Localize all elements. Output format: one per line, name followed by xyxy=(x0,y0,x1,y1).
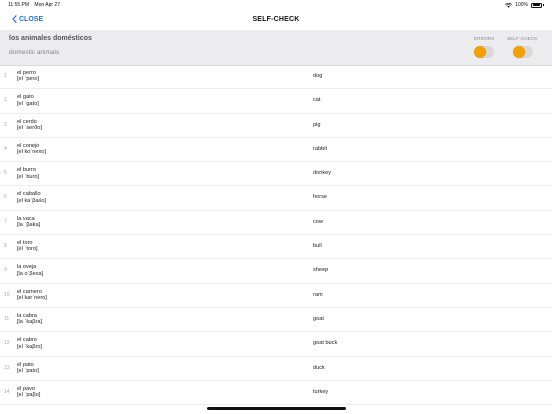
selfcheck-toggle-knob xyxy=(513,46,525,58)
row-word-block: el burro [el ˈburo] xyxy=(17,167,39,180)
list-item[interactable]: 11 la cabra [la ˈkaβra] goat xyxy=(0,308,552,333)
pronunciation: [el ˈpaβo] xyxy=(17,392,41,399)
row-word-block: el caballo [el kaˈβaʎo] xyxy=(17,191,46,204)
list-item[interactable]: 5 el burro [el ˈburo] donkey xyxy=(0,162,552,187)
pronunciation: [el koˈnexo] xyxy=(17,149,46,156)
translation: horse xyxy=(313,194,327,201)
row-number: 14 xyxy=(4,388,10,395)
row-word-block: el pato [el ˈpato] xyxy=(17,362,39,375)
row-word-block: el conejo [el koˈnexo] xyxy=(17,143,46,156)
pronunciation: [el ˈpero] xyxy=(17,76,40,83)
row-number: 3 xyxy=(4,121,7,128)
row-word-block: la oveja [la oˈβexa] xyxy=(17,264,43,277)
pronunciation: [el ˈgato] xyxy=(17,100,39,107)
row-word-block: el pavo [el ˈpaβo] xyxy=(17,386,40,399)
row-number: 13 xyxy=(4,364,10,371)
list-item[interactable]: 3 el cerdo [el ˈserðo] pig xyxy=(0,114,552,138)
translation: turkey xyxy=(313,388,329,395)
row-number: 2 xyxy=(4,97,7,104)
list-item[interactable]: 1 el perro [el ˈpero] dog xyxy=(0,65,552,90)
pronunciation: [la ˈβaka] xyxy=(17,222,41,229)
translation: ram xyxy=(313,291,323,298)
list-item[interactable]: 4 el conejo [el koˈnexo] rabbit xyxy=(0,138,552,163)
list-item[interactable]: 9 la oveja [la oˈβexa] sheep xyxy=(0,259,552,284)
row-number: 5 xyxy=(4,170,7,177)
translation: cat xyxy=(313,97,321,104)
pronunciation: [el ˈserðo] xyxy=(17,125,42,131)
row-number: 12 xyxy=(4,340,10,347)
row-number: 6 xyxy=(4,194,7,201)
selfcheck-toggle[interactable] xyxy=(513,46,533,58)
pronunciation: [el ˈkaβro] xyxy=(17,343,42,350)
lesson-header: los animales domésticos domestic animals… xyxy=(0,30,552,66)
battery-percent: 100% xyxy=(515,2,528,8)
selfcheck-label: SELF-CHECK xyxy=(507,36,538,41)
errors-label: ERRORS xyxy=(474,36,495,41)
row-word-block: el cabro [el ˈkaβro] xyxy=(17,337,42,350)
errors-toggle[interactable] xyxy=(474,46,494,58)
status-time: 11:55 PM xyxy=(8,2,30,8)
row-number: 4 xyxy=(4,145,7,152)
list-item[interactable]: 10 el carnero [el karˈnero] ram xyxy=(0,284,552,308)
status-right: 100% xyxy=(505,2,544,8)
translation: goat xyxy=(313,315,324,322)
translation: bull xyxy=(313,243,322,250)
translation: dog xyxy=(313,73,323,79)
pronunciation: [el ˈburo] xyxy=(17,173,40,180)
list-item[interactable]: 13 el pato [el ˈpato] duck xyxy=(0,357,552,381)
row-word-block: el toro [el ˈtoro] xyxy=(17,240,38,253)
lesson-subtitle: domestic animals xyxy=(9,49,60,56)
translation: rabbit xyxy=(313,145,327,152)
row-word-block: el cerdo [el ˈserðo] xyxy=(17,119,42,132)
page-title: SELF-CHECK xyxy=(252,16,300,23)
lesson-title: los animales domésticos xyxy=(9,35,92,42)
errors-toggle-knob xyxy=(474,46,486,58)
status-bar: 11:55 PM Mon Apr 27 100% xyxy=(0,0,552,10)
pronunciation: [el ˈpato] xyxy=(17,367,39,374)
translation: pig xyxy=(313,121,321,128)
translation: donkey xyxy=(313,170,332,177)
list-item[interactable]: 7 la vaca [la ˈβaka] cow xyxy=(0,211,552,236)
battery-icon xyxy=(531,2,542,8)
pronunciation: [el kaˈβaʎo] xyxy=(17,197,47,204)
list-item[interactable]: 14 el pavo [el ˈpaβo] turkey xyxy=(0,381,552,406)
word-list: 1 el perro [el ˈpero] dog 2 el gato [el ˈgato]… xyxy=(0,65,552,406)
list-item[interactable]: 8 el toro [el ˈtoro] bull xyxy=(0,235,552,260)
pronunciation: [la ˈkaβra] xyxy=(17,319,42,326)
row-word-block: el perro [el ˈpero] xyxy=(17,70,39,83)
battery-tip xyxy=(543,4,544,6)
spanish-word: el burro xyxy=(17,167,36,174)
row-word-block: el gato [el ˈgato] xyxy=(17,94,39,107)
row-number: 7 xyxy=(4,218,7,225)
row-word-block: la vaca [la ˈβaka] xyxy=(17,216,40,229)
pronunciation: [el ˈtoro] xyxy=(17,246,38,253)
pronunciation: [el karˈnero] xyxy=(17,295,47,302)
navigation-bar: CLOSE SELF-CHECK xyxy=(0,10,552,30)
row-word-block: el carnero [el karˈnero] xyxy=(17,289,47,302)
translation: duck xyxy=(313,364,325,371)
translation: sheep xyxy=(313,267,329,274)
row-number: 8 xyxy=(4,243,7,250)
row-number: 11 xyxy=(4,315,10,322)
row-word-block: la cabra [la ˈkaβra] xyxy=(17,313,42,326)
row-number: 10 xyxy=(4,291,10,298)
list-item[interactable]: 6 el caballo [el kaˈβaʎo] horse xyxy=(0,186,552,211)
list-item[interactable]: 2 el gato [el ˈgato] cat xyxy=(0,89,552,114)
status-date: Mon Apr 27 xyxy=(34,2,60,8)
status-left: 11:55 PM Mon Apr 27 xyxy=(8,2,60,8)
wifi-icon xyxy=(505,2,513,8)
pronunciation: [la oˈβexa] xyxy=(17,270,44,277)
home-indicator xyxy=(207,407,346,410)
row-number: 1 xyxy=(4,73,7,79)
translation: goat buck xyxy=(313,340,338,347)
translation: cow xyxy=(313,218,323,225)
row-number: 9 xyxy=(4,267,7,274)
list-item[interactable]: 12 el cabro [el ˈkaβro] goat buck xyxy=(0,332,552,357)
